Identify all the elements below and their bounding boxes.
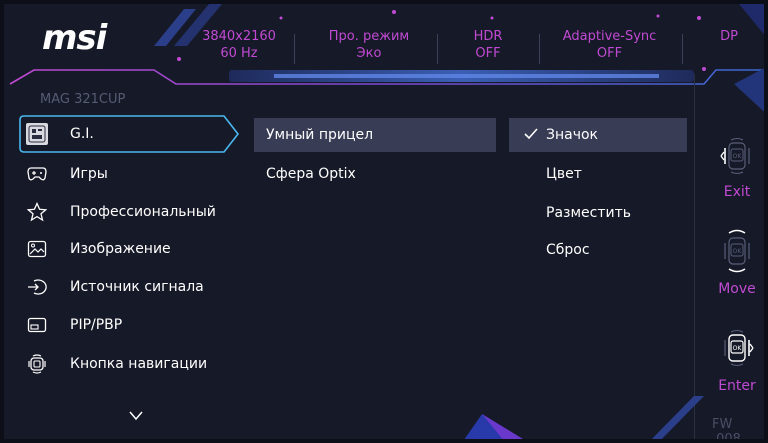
menu-label-gaming: Игры bbox=[70, 166, 108, 182]
option-label-reset: Сброс bbox=[546, 242, 590, 258]
star-icon bbox=[26, 201, 48, 223]
menu-label-image: Изображение bbox=[70, 241, 171, 257]
menu-item-input-source[interactable]: Источник сигнала bbox=[22, 269, 237, 305]
option-item-position[interactable]: Разместить bbox=[509, 196, 687, 230]
submenu-label-optix-scope: Сфера Optix bbox=[266, 166, 356, 182]
pip-icon bbox=[26, 314, 48, 336]
status-resolution: 3840x2160 60 Hz bbox=[194, 28, 284, 62]
status-pro-mode: Про. режим Эко bbox=[309, 28, 429, 62]
hdr-title: HDR bbox=[473, 29, 503, 44]
input-source-icon bbox=[26, 276, 48, 298]
submenu-item-optix-scope[interactable]: Сфера Optix bbox=[254, 157, 496, 191]
gamepad-icon bbox=[26, 163, 48, 185]
joystick-enter-icon: OK bbox=[724, 329, 754, 367]
svg-text:OK: OK bbox=[733, 153, 743, 160]
option-label-position: Разместить bbox=[546, 205, 631, 221]
menu-label-pip-pbp: PIP/PBP bbox=[70, 317, 123, 333]
hdr-value: OFF bbox=[475, 46, 501, 61]
input-value: DP bbox=[720, 29, 738, 44]
refresh-rate-value: 60 Hz bbox=[220, 46, 258, 61]
header-separator bbox=[539, 34, 540, 64]
chevron-down-icon[interactable] bbox=[128, 410, 144, 422]
status-adaptive-sync: Adaptive-Sync OFF bbox=[552, 28, 667, 62]
status-hdr: HDR OFF bbox=[449, 28, 527, 62]
move-hint: Move bbox=[718, 281, 756, 297]
menu-item-pip-pbp[interactable]: PIP/PBP bbox=[22, 307, 237, 343]
image-icon bbox=[26, 238, 48, 260]
adaptive-sync-title: Adaptive-Sync bbox=[562, 29, 657, 44]
menu-item-gaming[interactable]: Игры bbox=[22, 156, 237, 192]
enter-hint: Enter bbox=[718, 378, 756, 394]
svg-text:OK: OK bbox=[733, 248, 743, 255]
checkmark-icon bbox=[524, 126, 544, 144]
joystick-left-icon: OK bbox=[720, 137, 750, 175]
header-separator bbox=[437, 34, 438, 64]
option-label-color: Цвет bbox=[546, 166, 582, 182]
option-item-icon[interactable]: Значок bbox=[509, 118, 687, 152]
pro-mode-title: Про. режим bbox=[328, 29, 410, 44]
pro-mode-value: Эко bbox=[356, 46, 382, 61]
header-separator bbox=[682, 34, 683, 64]
msi-logo: msi bbox=[42, 18, 107, 58]
column-divider bbox=[694, 74, 695, 439]
svg-text:OK: OK bbox=[733, 345, 743, 352]
menu-label-professional: Профессиональный bbox=[70, 204, 216, 220]
option-item-reset[interactable]: Сброс bbox=[509, 233, 687, 267]
menu-item-gi[interactable]: G.I. bbox=[22, 116, 237, 152]
firmware-version: FW .008 bbox=[712, 417, 741, 443]
option-item-color[interactable]: Цвет bbox=[509, 157, 687, 191]
adaptive-sync-value: OFF bbox=[596, 46, 623, 61]
submenu-item-smart-crosshair[interactable]: Умный прицел bbox=[254, 118, 496, 152]
menu-item-navigation-key[interactable]: Кнопка навигации bbox=[22, 346, 237, 382]
menu-label-navigation-key: Кнопка навигации bbox=[70, 356, 208, 372]
exit-hint: Exit bbox=[723, 184, 751, 200]
menu-label-gi: G.I. bbox=[70, 126, 94, 142]
gi-icon bbox=[26, 123, 48, 145]
submenu-label-smart-crosshair: Умный прицел bbox=[266, 127, 374, 143]
menu-label-input-source: Источник сигнала bbox=[70, 279, 204, 295]
joystick-move-icon: OK bbox=[724, 229, 750, 273]
menu-item-image[interactable]: Изображение bbox=[22, 231, 237, 267]
model-name: MAG 321CUP bbox=[40, 92, 126, 107]
header-separator bbox=[294, 34, 295, 64]
osd-window: msi 3840x2160 60 Hz Про. режим Эко HDR O… bbox=[0, 0, 768, 443]
status-input: DP bbox=[704, 28, 754, 45]
navigation-key-icon bbox=[26, 353, 48, 375]
resolution-value: 3840x2160 bbox=[202, 29, 276, 44]
menu-item-professional[interactable]: Профессиональный bbox=[22, 194, 237, 230]
option-label-icon: Значок bbox=[546, 127, 599, 143]
